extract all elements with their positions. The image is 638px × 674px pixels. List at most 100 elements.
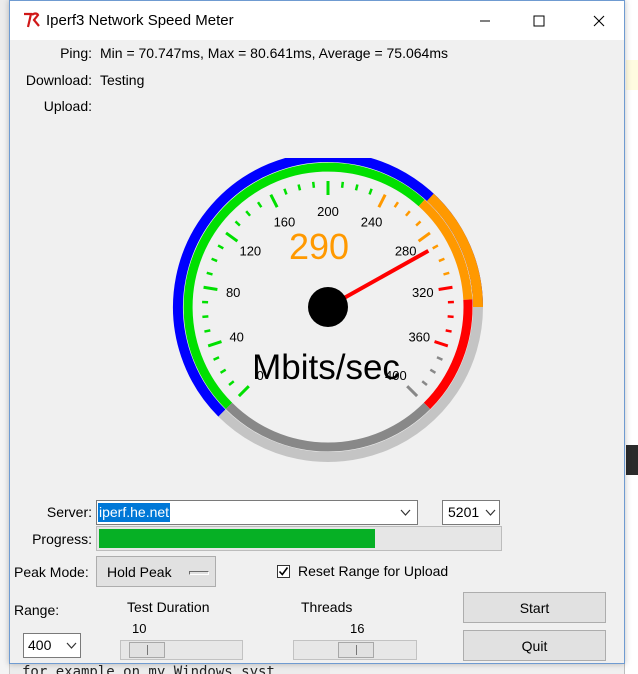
close-icon	[593, 15, 605, 26]
gauge-tick	[211, 257, 218, 263]
tk-feather-icon	[22, 12, 44, 30]
gauge-tick	[297, 184, 302, 191]
gauge-tick	[421, 380, 428, 386]
gauge-tick	[206, 271, 213, 276]
gauge-tick	[438, 285, 453, 291]
range-dropdown-button[interactable]	[62, 635, 80, 656]
ping-label: Ping:	[60, 45, 92, 61]
gauge-tick	[207, 340, 222, 348]
threads-label: Threads	[301, 599, 353, 615]
app-window: Iperf3 Network Speed Meter Ping: Min = 7…	[9, 0, 625, 664]
gauge-hub	[308, 287, 348, 327]
background-dark-strip	[626, 445, 638, 475]
reset-range-label[interactable]: Reset Range for Upload	[298, 563, 448, 579]
gauge-tick	[377, 194, 387, 208]
gauge-tick	[340, 181, 345, 188]
checkmark-icon	[278, 567, 289, 576]
download-label: Download:	[25, 72, 92, 88]
gauge-tick	[404, 210, 411, 217]
gauge-tick	[213, 356, 220, 361]
gauge-tick	[436, 356, 443, 361]
test-duration-slider[interactable]	[120, 640, 243, 660]
range-select[interactable]: 400	[23, 633, 81, 658]
background-code-text: for example on my Windows syst	[22, 664, 275, 674]
gauge-tick	[219, 368, 227, 374]
maximize-icon	[533, 15, 545, 26]
start-button[interactable]: Start	[463, 592, 606, 623]
server-value: iperf.he.net	[98, 503, 171, 522]
background-yellow-strip	[626, 60, 638, 90]
gauge-tick	[225, 231, 239, 243]
upload-label: Upload:	[43, 98, 92, 114]
peak-mode-menubutton[interactable]: Hold Peak	[96, 556, 216, 587]
gauge-tick	[354, 184, 359, 191]
download-value: Testing	[100, 72, 145, 88]
reset-range-checkbox[interactable]	[277, 565, 290, 578]
gauge-tick-label: 80	[226, 285, 240, 300]
threads-slider[interactable]	[293, 640, 417, 660]
gauge-tick	[443, 271, 450, 276]
gauge-tick	[256, 201, 263, 208]
gauge-tick	[217, 244, 224, 250]
gauge-tick	[283, 188, 288, 195]
slider-grip-icon	[356, 645, 357, 655]
gauge-tick	[415, 220, 422, 227]
background-window-edge	[624, 0, 638, 674]
gauge-tick	[406, 385, 419, 398]
gauge-tick	[445, 329, 452, 333]
gauge-tick	[245, 210, 252, 217]
ping-value: Min = 70.747ms, Max = 80.641ms, Average …	[100, 45, 448, 61]
close-button[interactable]	[576, 1, 622, 40]
gauge-tick	[311, 181, 316, 188]
gauge-tick	[429, 368, 437, 374]
speed-readout: 290	[289, 226, 349, 267]
test-duration-label: Test Duration	[127, 599, 210, 615]
port-value: 5201	[448, 504, 480, 520]
server-dropdown-button[interactable]	[394, 501, 416, 524]
progress-bar	[96, 526, 502, 551]
peak-mode-value: Hold Peak	[107, 564, 172, 580]
progress-label: Progress:	[32, 531, 92, 547]
window-title: Iperf3 Network Speed Meter	[46, 12, 234, 29]
gauge-tick-label: 240	[361, 214, 383, 229]
chevron-down-icon	[400, 509, 410, 516]
gauge-tick	[228, 380, 235, 386]
slider-grip-icon	[147, 645, 148, 655]
port-select[interactable]: 5201	[442, 500, 500, 525]
threads-slider-thumb[interactable]	[338, 642, 374, 658]
minimize-button[interactable]	[462, 1, 508, 40]
gauge-tick	[417, 231, 431, 243]
speed-unit: Mbits/sec	[252, 348, 400, 387]
gauge-tick	[269, 194, 279, 208]
gauge-tick	[438, 257, 445, 263]
test-duration-value: 10	[132, 621, 147, 636]
maximize-button[interactable]	[516, 1, 562, 40]
range-value: 400	[28, 637, 52, 653]
gauge-tick	[203, 285, 218, 291]
gauge-tick-label: 320	[412, 285, 434, 300]
title-bar[interactable]: Iperf3 Network Speed Meter	[10, 1, 624, 40]
quit-button[interactable]: Quit	[463, 630, 606, 661]
gauge-tick-label: 40	[229, 330, 243, 345]
gauge-tick-label: 120	[239, 244, 261, 259]
threads-value: 16	[350, 621, 365, 636]
speed-gauge: 04080120160200240280320360400 290 Mbits/…	[173, 158, 483, 462]
peak-mode-label: Peak Mode:	[14, 564, 89, 580]
minimize-icon	[480, 20, 490, 21]
gauge-tick	[432, 244, 439, 250]
menubutton-indicator-icon	[189, 571, 209, 575]
gauge-tick-label: 360	[408, 330, 430, 345]
gauge-tick-label: 200	[317, 204, 339, 219]
gauge-tick	[204, 329, 211, 333]
port-dropdown-button[interactable]	[481, 502, 499, 523]
gauge-tick-label: 280	[395, 244, 417, 259]
progress-fill	[99, 529, 375, 548]
gauge-tick	[393, 201, 400, 208]
gauge-tick	[234, 220, 241, 227]
gauge-tick	[434, 340, 449, 348]
chevron-down-icon	[66, 642, 76, 649]
test-duration-slider-thumb[interactable]	[129, 642, 165, 658]
range-label: Range:	[14, 602, 60, 618]
chevron-down-icon	[485, 509, 495, 516]
gauge-tick	[368, 188, 373, 195]
